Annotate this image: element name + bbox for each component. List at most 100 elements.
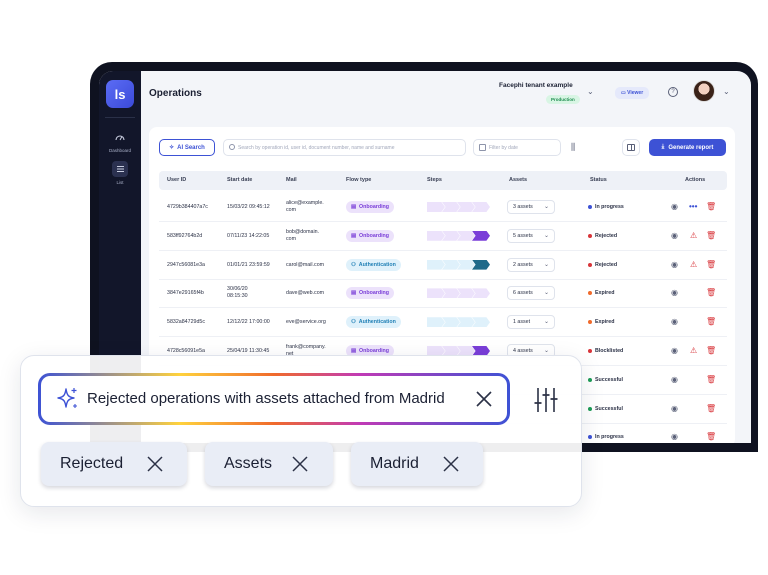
- chevron-down-icon[interactable]: ⌄: [587, 87, 594, 96]
- ai-query-input[interactable]: Rejected operations with assets attached…: [38, 373, 510, 425]
- column-header: Start date: [227, 177, 253, 183]
- steps-progress[interactable]: [427, 230, 491, 241]
- download-icon: ⤓: [661, 144, 665, 150]
- ai-search-button[interactable]: ✧ AI Search: [159, 139, 215, 156]
- trash-icon[interactable]: 🗑: [706, 288, 716, 298]
- calendar-icon: [479, 144, 486, 151]
- eye-icon[interactable]: ◉: [671, 346, 678, 356]
- generate-report-label: Generate report: [668, 144, 714, 151]
- status-badge: Successful: [588, 377, 623, 383]
- filter-chip-assets[interactable]: Assets: [205, 442, 333, 486]
- date-filter-input[interactable]: Filter by date: [473, 139, 561, 156]
- assets-select[interactable]: 6 assets ⌄: [507, 286, 555, 301]
- chevron-down-icon: ⌄: [543, 261, 549, 268]
- eye-icon[interactable]: ◉: [671, 404, 678, 414]
- trash-icon[interactable]: 🗑: [706, 375, 716, 385]
- step-document: [427, 230, 445, 241]
- flow-icon: ⚇: [351, 261, 356, 268]
- mail: frank@company.: [286, 344, 326, 350]
- close-icon[interactable]: [441, 454, 461, 474]
- status-label: Blocklisted: [595, 348, 624, 354]
- warning-icon[interactable]: ⚠: [690, 231, 697, 241]
- flow-icon: ▤: [351, 204, 357, 210]
- status-dot: [588, 205, 592, 209]
- close-icon[interactable]: [290, 454, 310, 474]
- chevron-down-icon: ⌄: [543, 204, 549, 210]
- user-id: 4728c56091e5a: [167, 348, 205, 354]
- status-badge: Blocklisted: [588, 348, 623, 354]
- ai-search-label: AI Search: [177, 144, 205, 151]
- trash-icon[interactable]: 🗑: [706, 404, 716, 414]
- trash-icon[interactable]: 🗑: [706, 432, 716, 442]
- chip-label: Rejected: [60, 455, 124, 472]
- assets-value: 6 assets: [513, 290, 533, 297]
- flow-type-label: Onboarding: [359, 348, 390, 354]
- status-label: In progress: [595, 434, 624, 441]
- steps-progress[interactable]: [427, 317, 491, 328]
- eye-icon[interactable]: ◉: [671, 375, 678, 385]
- steps-progress[interactable]: [427, 288, 491, 299]
- columns-button[interactable]: [622, 139, 640, 156]
- start-date: 01/01/21 23:59:59: [227, 261, 270, 268]
- table-row[interactable]: 5832a84729d5c 12/12/22 17:00:00 eve@servic…: [159, 308, 727, 338]
- table-row[interactable]: 4729b384407a7c 15/03/22 09:45:12 alice@exa…: [159, 193, 727, 222]
- sidebar-item-dashboard[interactable]: Dashboard: [99, 129, 141, 153]
- filter-sliders-icon[interactable]: ⫼: [571, 142, 575, 153]
- role-label: Viewer: [627, 90, 644, 96]
- avatar[interactable]: [693, 80, 715, 102]
- status-label: Expired: [595, 319, 615, 326]
- sidebar-item-label: List: [116, 180, 124, 185]
- close-icon[interactable]: [145, 454, 165, 474]
- eye-icon[interactable]: ◉: [671, 231, 678, 241]
- filter-chip-madrid[interactable]: Madrid: [351, 442, 483, 486]
- sidebar-divider: [105, 117, 135, 118]
- flow-type-label: Authentication: [358, 261, 396, 268]
- list-icon: [112, 161, 128, 177]
- status-badge: Expired: [588, 319, 614, 325]
- trash-icon[interactable]: 🗑: [706, 231, 716, 241]
- warning-icon[interactable]: ⚠: [690, 260, 697, 270]
- app-logo[interactable]: ls: [106, 80, 134, 108]
- start-date: 25/04/19 11:30:45: [227, 348, 270, 354]
- eye-icon[interactable]: ◉: [671, 202, 678, 212]
- column-header: Actions: [685, 177, 706, 183]
- assets-select[interactable]: 3 assets ⌄: [507, 200, 555, 214]
- table-row[interactable]: 2947c56081e3a 01/01/21 23:59:59 carol@mail…: [159, 251, 727, 280]
- generate-report-button[interactable]: ⤓ Generate report: [649, 139, 726, 156]
- user-id: 5832a84729d5c: [167, 319, 205, 326]
- ai-search-panel: Rejected operations with assets attached…: [20, 355, 582, 507]
- eye-icon[interactable]: ◉: [671, 432, 678, 442]
- eye-icon[interactable]: ◉: [671, 288, 678, 298]
- date-placeholder: Filter by date: [489, 144, 518, 151]
- status-badge: Rejected: [588, 233, 617, 239]
- chevron-down-icon[interactable]: ⌄: [723, 87, 730, 96]
- steps-progress[interactable]: [427, 202, 491, 212]
- eye-icon[interactable]: ◉: [671, 260, 678, 270]
- table-row[interactable]: 583ff92764b2d 07/11/23 14:22:05 bob@domain…: [159, 222, 727, 251]
- step-document: [427, 288, 445, 299]
- start-date: 12/12/22 17:00:00: [227, 319, 270, 326]
- help-icon[interactable]: ?: [668, 87, 678, 97]
- steps-progress[interactable]: [427, 259, 491, 270]
- assets-value: 5 assets: [513, 232, 533, 239]
- column-header: Steps: [427, 177, 442, 183]
- column-header: Mail: [286, 177, 297, 183]
- filter-chip-rejected[interactable]: Rejected: [41, 442, 187, 486]
- close-icon[interactable]: [473, 388, 495, 410]
- filter-sliders-icon[interactable]: [533, 385, 559, 415]
- trash-icon[interactable]: 🗑: [706, 202, 716, 212]
- more-icon[interactable]: •••: [689, 202, 697, 212]
- assets-select[interactable]: 5 assets ⌄: [507, 228, 555, 243]
- assets-select[interactable]: 1 asset ⌄: [507, 315, 555, 330]
- sidebar-item-list[interactable]: List: [99, 161, 141, 185]
- eye-icon[interactable]: ◉: [671, 317, 678, 327]
- assets-select[interactable]: 2 assets ⌄: [507, 257, 555, 272]
- table-row[interactable]: 3847e29165f4b 30/06/20 08:15:30 dave@web.co…: [159, 279, 727, 309]
- trash-icon[interactable]: 🗑: [706, 260, 716, 270]
- search-input[interactable]: Search by operation id, user id, documen…: [223, 139, 466, 156]
- warning-icon[interactable]: ⚠: [690, 346, 697, 356]
- trash-icon[interactable]: 🗑: [706, 346, 716, 356]
- trash-icon[interactable]: 🗑: [706, 317, 716, 327]
- user-id: 583ff92764b2d: [167, 232, 203, 239]
- tenant-name[interactable]: Facephi tenant example: [499, 82, 573, 89]
